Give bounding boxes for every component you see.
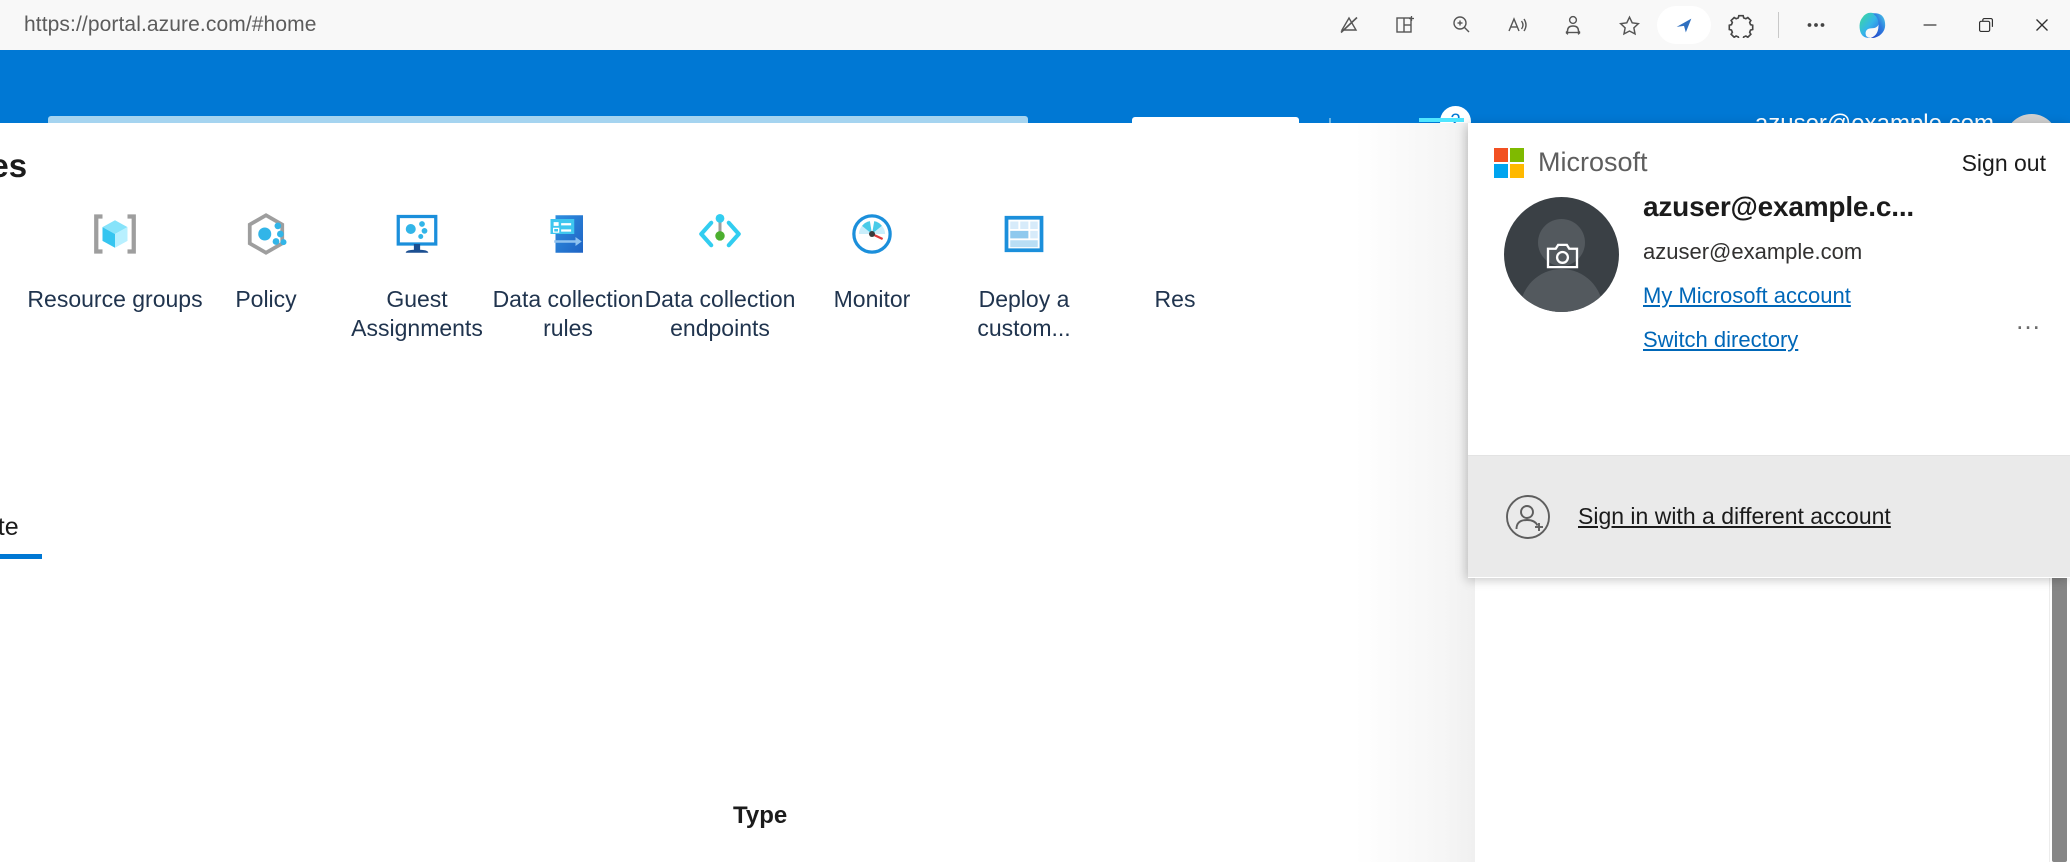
- sign-in-different-account-row[interactable]: Sign in with a different account: [1468, 456, 2070, 577]
- account-flyout-panel: Microsoft Sign out azuser@example.c... a…: [1468, 123, 2070, 578]
- policy-icon: [235, 203, 297, 265]
- resource-groups-icon: [84, 203, 146, 265]
- favorites-star-icon[interactable]: [1601, 0, 1657, 50]
- profile-display-name: azuser@example.c...: [1643, 191, 1914, 222]
- app-root: https://portal.azure.com/#home s Resourc…: [0, 0, 2070, 862]
- microsoft-brand: Microsoft: [1494, 147, 1648, 178]
- notifications-active-indicator: [1419, 118, 1464, 122]
- favorites-tab-label: orite: [0, 513, 19, 541]
- window-restore-button[interactable]: [1958, 0, 2014, 50]
- data-collection-endpoints-icon: [689, 203, 751, 265]
- sign-out-link[interactable]: Sign out: [1962, 150, 2046, 177]
- extensions-icon[interactable]: [1713, 0, 1769, 50]
- profile-email: azuser@example.com: [1643, 239, 1863, 264]
- scrollbar-thumb[interactable]: [2052, 573, 2067, 862]
- settings-more-icon[interactable]: [1788, 0, 1844, 50]
- deploy-custom-template-icon: [993, 203, 1055, 265]
- profile-details: azuser@example.c... azuser@example.com M…: [1643, 191, 1914, 353]
- zoom-icon[interactable]: [1433, 0, 1489, 50]
- browser-address-bar: https://portal.azure.com/#home: [0, 0, 2070, 50]
- microsoft-logo-icon: [1494, 147, 1524, 178]
- guest-assignments-icon: [386, 203, 448, 265]
- tile-label: Res: [1154, 286, 1196, 312]
- browser-essentials-icon[interactable]: [1545, 0, 1601, 50]
- window-minimize-button[interactable]: [1902, 0, 1958, 50]
- azure-top-bar: Search resources, services, and docs (G+…: [0, 50, 2070, 167]
- toolbar-divider: [1778, 12, 1779, 38]
- type-column-header: Type: [733, 802, 788, 829]
- profile-avatar[interactable]: [1504, 197, 1619, 312]
- microsoft-brand-label: Microsoft: [1538, 147, 1648, 177]
- data-collection-rules-icon: [537, 203, 599, 265]
- favorites-tab-underline: [0, 554, 42, 559]
- browser-profile-avatar[interactable]: [1657, 6, 1711, 44]
- switch-directory-link[interactable]: Switch directory: [1643, 327, 1798, 353]
- favorites-tab[interactable]: orite: [0, 513, 42, 559]
- read-aloud-icon[interactable]: [1489, 0, 1545, 50]
- resource-icon: [1144, 203, 1206, 265]
- add-user-icon: [1502, 491, 1554, 543]
- browser-toolbar-icons: [1321, 0, 2070, 50]
- copilot-chrome-icon[interactable]: [1844, 0, 1902, 50]
- sign-in-different-account-label: Sign in with a different account: [1578, 503, 1891, 529]
- tile-res-partial[interactable]: Res: [1075, 203, 1275, 314]
- page-title: ces: [0, 147, 28, 184]
- account-flyout-body: Microsoft Sign out azuser@example.c... a…: [1468, 123, 2070, 456]
- flyout-more-options-button[interactable]: …: [2015, 305, 2044, 336]
- address-bar-url[interactable]: https://portal.azure.com/#home: [24, 13, 316, 37]
- window-close-button[interactable]: [2014, 0, 2070, 50]
- tracking-prevention-icon[interactable]: [1321, 0, 1377, 50]
- monitor-icon: [841, 203, 903, 265]
- split-screen-icon[interactable]: [1377, 0, 1433, 50]
- my-microsoft-account-link[interactable]: My Microsoft account: [1643, 283, 1851, 309]
- camera-icon: [1546, 241, 1579, 275]
